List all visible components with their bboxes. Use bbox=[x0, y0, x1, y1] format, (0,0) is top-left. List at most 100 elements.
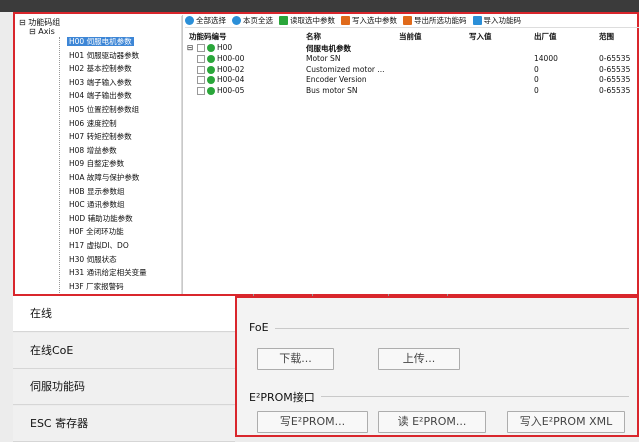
parameter-grid: 功能码编号 名称 当前值 写入值 出厂值 范围 ⊟ H00 伺服电机参数 H00… bbox=[185, 30, 639, 294]
cell-name: Customized motor ... bbox=[306, 64, 385, 74]
upload-button[interactable]: 上传... bbox=[378, 348, 460, 370]
tree-item[interactable]: H02 基本控制参数 bbox=[67, 64, 134, 73]
cell-code: H00-00 bbox=[217, 54, 245, 63]
tree-scrollbar[interactable] bbox=[181, 16, 182, 294]
tree-item[interactable]: H09 自整定参数 bbox=[67, 159, 126, 168]
import-icon bbox=[472, 15, 482, 25]
cell-name: Bus motor SN bbox=[306, 85, 358, 95]
tree-item[interactable]: H06 速度控制 bbox=[67, 119, 119, 128]
cell-range: 0-65535 bbox=[599, 75, 631, 84]
tree-connector-lines bbox=[59, 37, 60, 293]
cell-factory: 0 bbox=[534, 85, 539, 95]
transfer-panel: FoE 下载... 上传... E²PROM接口 写E²PROM... 读 E²… bbox=[235, 296, 639, 437]
status-icon bbox=[207, 65, 215, 74]
tree-item[interactable]: H03 端子输入参数 bbox=[67, 78, 134, 87]
header-write[interactable]: 写入值 bbox=[469, 31, 492, 42]
eeprom-label: E²PROM接口 bbox=[249, 389, 321, 405]
toolbar-label: 导出所选功能码 bbox=[414, 16, 467, 25]
cell-range: 0-65535 bbox=[599, 85, 631, 95]
cell-name: Motor SN bbox=[306, 54, 341, 63]
tree-root-label: 功能码组 bbox=[28, 18, 61, 27]
foe-label: FoE bbox=[249, 321, 275, 334]
nav-item[interactable]: ESC 寄存器 bbox=[13, 405, 235, 442]
function-code-panel: ⊟ 功能码组 ⊟ Axis H00 伺服电机参数 H01 伺服驱动器参数 H02 基… bbox=[13, 12, 639, 296]
tree-item[interactable]: H3F 厂家报警码 bbox=[67, 282, 126, 291]
cell-factory: 14000 bbox=[534, 54, 558, 63]
tree-item[interactable]: H04 端子输出参数 bbox=[67, 91, 134, 100]
group-checkbox[interactable] bbox=[197, 44, 205, 52]
read-icon bbox=[279, 15, 288, 25]
nav-item[interactable]: 在线 bbox=[13, 296, 235, 332]
tree-axis[interactable]: ⊟ Axis bbox=[29, 27, 55, 36]
header-current[interactable]: 当前值 bbox=[399, 31, 422, 42]
cell-range: 0-65535 bbox=[599, 64, 631, 74]
cell-factory: 0 bbox=[534, 64, 539, 74]
tree-item[interactable]: H0F 全闭环功能 bbox=[67, 227, 126, 236]
select-all-icon bbox=[185, 15, 194, 25]
expand-icon[interactable]: ⊟ bbox=[187, 43, 193, 52]
toolbar-label: 读取选中参数 bbox=[290, 16, 335, 25]
tree-item[interactable]: H01 伺服驱动器参数 bbox=[67, 51, 141, 60]
toolbar-label: 写入选中参数 bbox=[352, 16, 397, 25]
row-checkbox[interactable] bbox=[197, 65, 205, 74]
toolbar-label: 导入功能码 bbox=[483, 16, 522, 25]
table-row[interactable]: H00-02 Customized motor ... 0 0-65535 bbox=[185, 65, 639, 75]
tree-item[interactable]: H31 通讯给定相关变量 bbox=[67, 268, 149, 277]
table-row[interactable]: H00-05 Bus motor SN 0 0-65535 bbox=[185, 86, 639, 96]
grid-toolbar: 全部选择 本页全选 读取选中参数 写入选中参数 导出所选功能码 导入功能码 bbox=[185, 15, 639, 28]
write-eeprom-xml-button[interactable]: 写入E²PROM XML bbox=[507, 411, 625, 433]
foe-divider bbox=[249, 328, 629, 329]
toolbar-label: 本页全选 bbox=[243, 16, 273, 25]
toolbar-button[interactable]: 读取选中参数 bbox=[279, 15, 335, 27]
row-checkbox[interactable] bbox=[197, 86, 205, 95]
nav-list: 在线 在线CoE 伺服功能码 ESC 寄存器 bbox=[13, 296, 235, 442]
tree-item[interactable]: H0A 故障与保护参数 bbox=[67, 173, 141, 182]
cell-code: H00-04 bbox=[217, 75, 245, 84]
tree-item[interactable]: H08 增益参数 bbox=[67, 146, 119, 155]
table-row[interactable]: H00-00 Motor SN 14000 0-65535 bbox=[185, 54, 639, 64]
toolbar-button[interactable]: 本页全选 bbox=[232, 15, 273, 27]
nav-item[interactable]: 在线CoE bbox=[13, 332, 235, 369]
status-icon bbox=[207, 76, 215, 84]
toolbar-button[interactable]: 导出所选功能码 bbox=[403, 15, 467, 27]
download-button[interactable]: 下载... bbox=[257, 348, 334, 370]
header-code[interactable]: 功能码编号 bbox=[189, 31, 227, 42]
toolbar-button[interactable]: 全部选择 bbox=[185, 15, 226, 27]
tree-item[interactable]: H00 伺服电机参数 bbox=[67, 37, 134, 46]
tree-item[interactable]: H0C 通讯参数组 bbox=[67, 200, 127, 209]
status-icon bbox=[207, 55, 215, 63]
tree-axis-label: Axis bbox=[38, 27, 55, 36]
tree-item[interactable]: H0D 辅助功能参数 bbox=[67, 214, 135, 223]
status-icon bbox=[207, 44, 215, 52]
write-eeprom-button[interactable]: 写E²PROM... bbox=[257, 411, 368, 433]
write-icon bbox=[341, 15, 350, 25]
cell-factory: 0 bbox=[534, 75, 539, 84]
toolbar-button[interactable]: 导入功能码 bbox=[472, 15, 522, 27]
tree-item[interactable]: H30 伺服状态 bbox=[67, 255, 119, 264]
header-range[interactable]: 范围 bbox=[599, 31, 614, 42]
nav-item[interactable]: 伺服功能码 bbox=[13, 369, 235, 405]
header-factory[interactable]: 出厂值 bbox=[534, 31, 557, 42]
header-name[interactable]: 名称 bbox=[306, 31, 321, 42]
tree-item[interactable]: H17 虚拟DI、DO bbox=[67, 241, 131, 250]
row-checkbox[interactable] bbox=[197, 76, 205, 84]
group-name: 伺服电机参数 bbox=[306, 44, 351, 53]
toolbar-label: 全部选择 bbox=[196, 16, 226, 25]
row-checkbox[interactable] bbox=[197, 55, 205, 63]
title-bar bbox=[0, 0, 639, 12]
export-icon bbox=[403, 15, 412, 25]
cell-code: H00-02 bbox=[217, 64, 245, 74]
cell-range: 0-65535 bbox=[599, 54, 631, 63]
group-row[interactable]: ⊟ H00 伺服电机参数 bbox=[185, 43, 639, 53]
grid-header: 功能码编号 名称 当前值 写入值 出厂值 范围 bbox=[185, 30, 639, 41]
tree-item[interactable]: H0B 显示参数组 bbox=[67, 187, 126, 196]
read-eeprom-button[interactable]: 读 E²PROM... bbox=[378, 411, 486, 433]
cell-name: Encoder Version bbox=[306, 75, 367, 84]
tree-item[interactable]: H07 转矩控制参数 bbox=[67, 132, 134, 141]
toolbar-button[interactable]: 写入选中参数 bbox=[341, 15, 397, 27]
cell-code: H00-05 bbox=[217, 85, 245, 95]
page-select-icon bbox=[232, 15, 241, 25]
tree-item[interactable]: H05 位置控制参数组 bbox=[67, 105, 141, 114]
group-code: H00 bbox=[217, 43, 233, 52]
table-row[interactable]: H00-04 Encoder Version 0 0-65535 bbox=[185, 75, 639, 85]
